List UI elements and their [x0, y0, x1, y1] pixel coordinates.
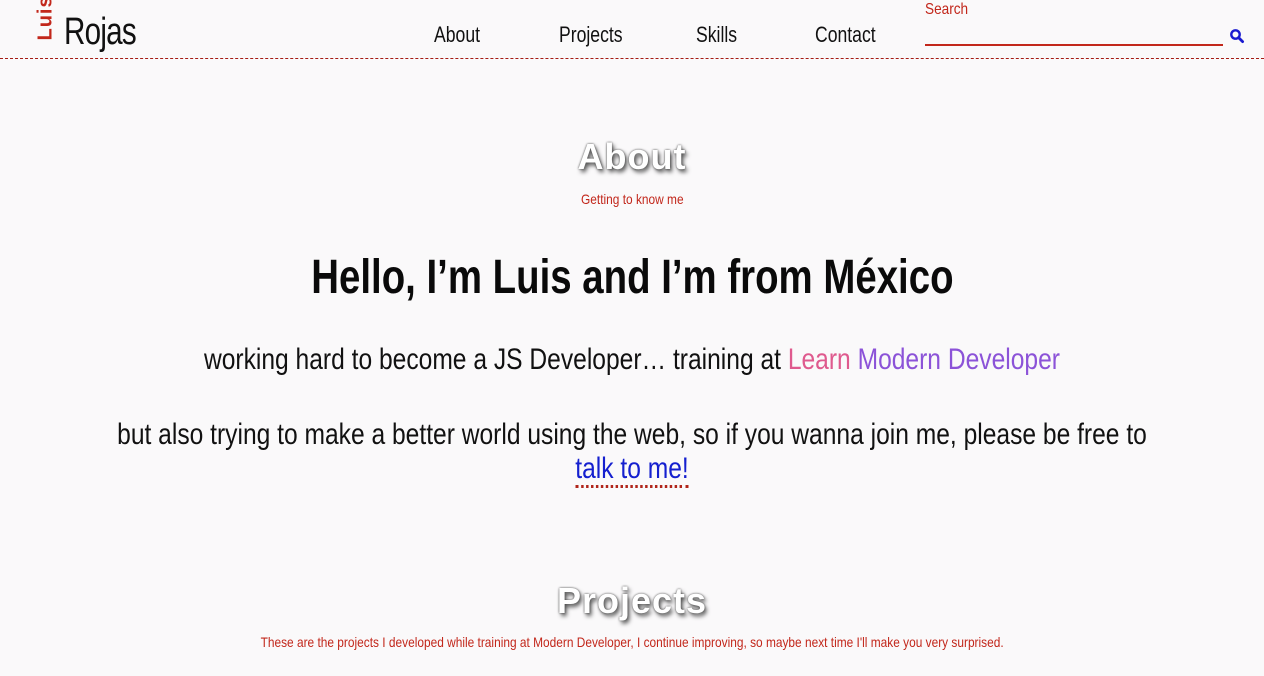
intro-line-text: working hard to become a JS Developer… t…	[203, 343, 788, 376]
hello-heading: Hello, I’m Luis and I’m from México	[0, 250, 1264, 305]
about-subtitle: Getting to know me	[0, 191, 1264, 207]
learn-text: Learn	[787, 343, 851, 376]
logo-last-name: Rojas	[64, 10, 137, 53]
about-subtitle-text: Getting to know me	[580, 191, 684, 207]
search-input[interactable]	[925, 24, 1223, 46]
nav-projects[interactable]: Projects	[559, 22, 623, 48]
nav-about[interactable]: About	[434, 22, 480, 48]
search-label: Search	[925, 1, 969, 18]
logo-first-name: Luis	[34, 0, 57, 40]
nav-contact[interactable]: Contact	[815, 22, 876, 48]
search-icon[interactable]	[1229, 28, 1245, 44]
nav-skills[interactable]: Skills	[696, 22, 737, 48]
projects-subtitle: These are the projects I developed while…	[0, 634, 1264, 650]
join-line: but also trying to make a better world u…	[0, 418, 1264, 488]
site-header: Luis Rojas About Projects Skills Contact…	[0, 0, 1264, 59]
hello-heading-text: Hello, I’m Luis and I’m from México	[310, 251, 954, 304]
intro-line: working hard to become a JS Developer… t…	[0, 343, 1264, 377]
about-title: About	[577, 136, 687, 177]
projects-title: Projects	[556, 580, 708, 621]
projects-subtitle-text: These are the projects I developed while…	[260, 634, 1004, 650]
modern-developer-text: Modern Developer	[857, 343, 1061, 376]
logo[interactable]: Luis Rojas	[34, 0, 156, 53]
talk-to-me-link[interactable]: talk to me!	[575, 452, 689, 488]
join-line-text: but also trying to make a better world u…	[117, 418, 1147, 451]
